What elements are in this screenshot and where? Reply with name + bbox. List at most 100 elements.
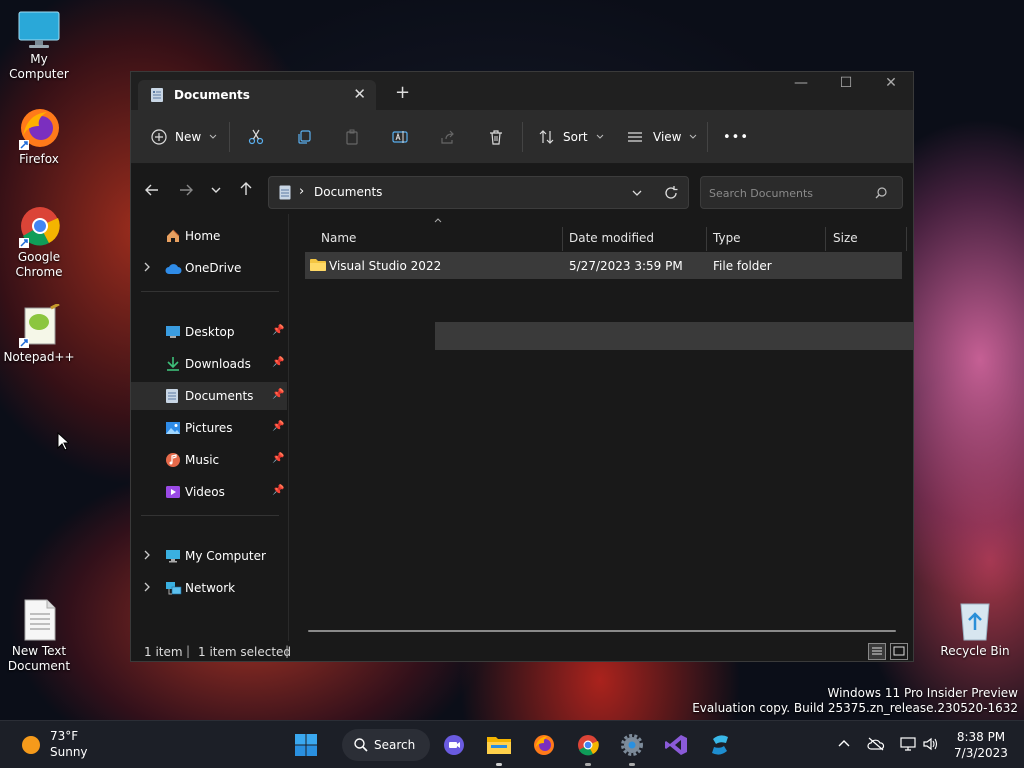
sidebar-item-home[interactable]: Home: [131, 222, 287, 250]
column-divider: [825, 227, 826, 251]
watermark-line-build: Evaluation copy. Build 25375.zn_release.…: [692, 701, 1018, 715]
search-input[interactable]: [709, 184, 869, 202]
taskbar-azure-data-studio[interactable]: [706, 731, 734, 759]
share-button[interactable]: [440, 124, 456, 150]
refresh-icon[interactable]: [664, 186, 678, 200]
close-tab-icon[interactable]: ✕: [353, 85, 366, 103]
breadcrumb-documents[interactable]: Documents: [314, 185, 382, 199]
taskbar-search-button[interactable]: Search: [342, 729, 430, 761]
sort-button[interactable]: Sort: [539, 124, 604, 150]
azure-data-studio-icon: [712, 735, 728, 755]
search-box[interactable]: [700, 176, 903, 209]
sidebar-item-desktop[interactable]: Desktop 📌: [131, 318, 287, 346]
sidebar-item-label: Downloads: [185, 357, 251, 371]
desktop-icon-notepad-plus-plus[interactable]: Notepad++: [0, 304, 78, 365]
taskbar-chrome[interactable]: [574, 731, 602, 766]
paste-button[interactable]: [344, 124, 360, 150]
maximize-button[interactable]: ☐: [823, 75, 869, 99]
details-view-button[interactable]: [868, 643, 886, 660]
new-tab-button[interactable]: +: [395, 82, 410, 103]
pin-icon: 📌: [272, 325, 285, 336]
breadcrumb-separator: ›: [299, 184, 305, 199]
documents-icon: [279, 185, 291, 200]
sidebar-item-my-computer[interactable]: My Computer: [131, 542, 287, 570]
tab-documents[interactable]: Documents ✕: [138, 80, 376, 110]
taskbar-firefox[interactable]: [530, 731, 558, 759]
taskbar-file-explorer[interactable]: [485, 731, 513, 766]
sun-icon: [22, 736, 40, 754]
desktop-icon-my-computer[interactable]: My Computer: [0, 10, 78, 82]
new-button[interactable]: New: [151, 124, 217, 150]
desktop-icon-new-text-document[interactable]: New Text Document: [0, 598, 78, 674]
chat-camera-icon: [444, 735, 464, 755]
cut-button[interactable]: [248, 124, 264, 150]
desktop-icon-label: Notepad++: [3, 350, 75, 364]
network-status-icon[interactable]: [899, 736, 917, 752]
monitor-icon: [18, 11, 60, 48]
sidebar-item-videos[interactable]: Videos 📌: [131, 478, 287, 506]
status-divider: |: [285, 644, 290, 658]
desktop-icon-firefox[interactable]: Firefox: [0, 106, 78, 167]
desktop-icon-google-chrome[interactable]: Google Chrome: [0, 204, 78, 280]
status-selected-count: 1 item selected: [198, 645, 292, 659]
show-hidden-icons-chevron-icon[interactable]: [838, 739, 850, 747]
status-item-count: 1 item: [144, 645, 183, 659]
file-date-modified: 5/27/2023 3:59 PM: [569, 259, 683, 273]
folder-icon: [310, 259, 326, 271]
text-document-icon: [24, 599, 56, 641]
volume-icon[interactable]: [922, 737, 938, 751]
sidebar-item-downloads[interactable]: Downloads 📌: [131, 350, 287, 378]
sidebar-item-pictures[interactable]: Pictures 📌: [131, 414, 287, 442]
rename-button[interactable]: [392, 124, 408, 150]
file-row-visual-studio-2022[interactable]: Visual Studio 2022 5/27/2023 3:59 PM Fil…: [305, 252, 902, 279]
title-bar: Documents ✕ + — ☐ ✕: [131, 72, 913, 110]
running-indicator: [496, 763, 502, 766]
address-bar[interactable]: › Documents: [268, 176, 689, 209]
desktop-icon-recycle-bin[interactable]: Recycle Bin: [936, 598, 1014, 659]
search-icon: [875, 187, 887, 199]
status-bar: 1 item | 1 item selected |: [131, 641, 913, 661]
address-dropdown-chevron-icon[interactable]: [632, 190, 642, 197]
expand-chevron-icon[interactable]: [143, 550, 151, 563]
start-button[interactable]: [292, 731, 320, 759]
onedrive-offline-icon[interactable]: [867, 737, 885, 751]
minimize-button[interactable]: —: [778, 75, 824, 99]
running-indicator: [585, 763, 591, 766]
sidebar-item-label: Documents: [185, 389, 254, 403]
taskbar-visual-studio[interactable]: [662, 731, 690, 759]
recent-locations-chevron-icon[interactable]: [211, 186, 221, 194]
paste-icon: [346, 129, 358, 145]
taskbar-clock[interactable]: 8:38 PM 7/3/2023: [946, 729, 1016, 761]
expand-chevron-icon[interactable]: [143, 582, 151, 595]
weather-temperature: 73°F: [50, 729, 79, 743]
chevron-down-icon: [690, 134, 697, 139]
expand-chevron-icon[interactable]: [143, 262, 151, 275]
address-bar-row: › Documents: [131, 164, 913, 214]
more-options-button[interactable]: •••: [723, 124, 749, 150]
table-row[interactable]: [435, 322, 913, 350]
taskbar-settings[interactable]: [618, 731, 646, 766]
copy-button[interactable]: [296, 124, 312, 150]
sidebar-divider: [141, 515, 279, 516]
sidebar-item-music[interactable]: Music 📌: [131, 446, 287, 474]
close-window-button[interactable]: ✕: [868, 75, 913, 99]
view-button[interactable]: View: [627, 124, 697, 150]
up-arrow-icon[interactable]: [239, 182, 253, 196]
sidebar-item-documents[interactable]: Documents 📌: [131, 382, 287, 410]
firefox-icon: [19, 109, 59, 150]
forward-arrow-icon[interactable]: [179, 183, 193, 197]
horizontal-scrollbar[interactable]: [308, 630, 896, 632]
scissors-icon: [248, 129, 264, 145]
file-type: File folder: [713, 259, 772, 273]
column-divider: [562, 227, 563, 251]
sidebar-item-onedrive[interactable]: OneDrive: [131, 254, 287, 282]
large-icons-view-button[interactable]: [890, 643, 908, 660]
new-button-label: New: [175, 130, 202, 144]
sidebar-item-network[interactable]: Network: [131, 574, 287, 602]
pin-icon: 📌: [272, 453, 285, 464]
videos-icon: [166, 486, 180, 498]
delete-button[interactable]: [488, 124, 504, 150]
back-arrow-icon[interactable]: [145, 183, 159, 197]
sort-button-label: Sort: [563, 130, 588, 144]
taskbar-teams-chat[interactable]: [441, 731, 469, 759]
